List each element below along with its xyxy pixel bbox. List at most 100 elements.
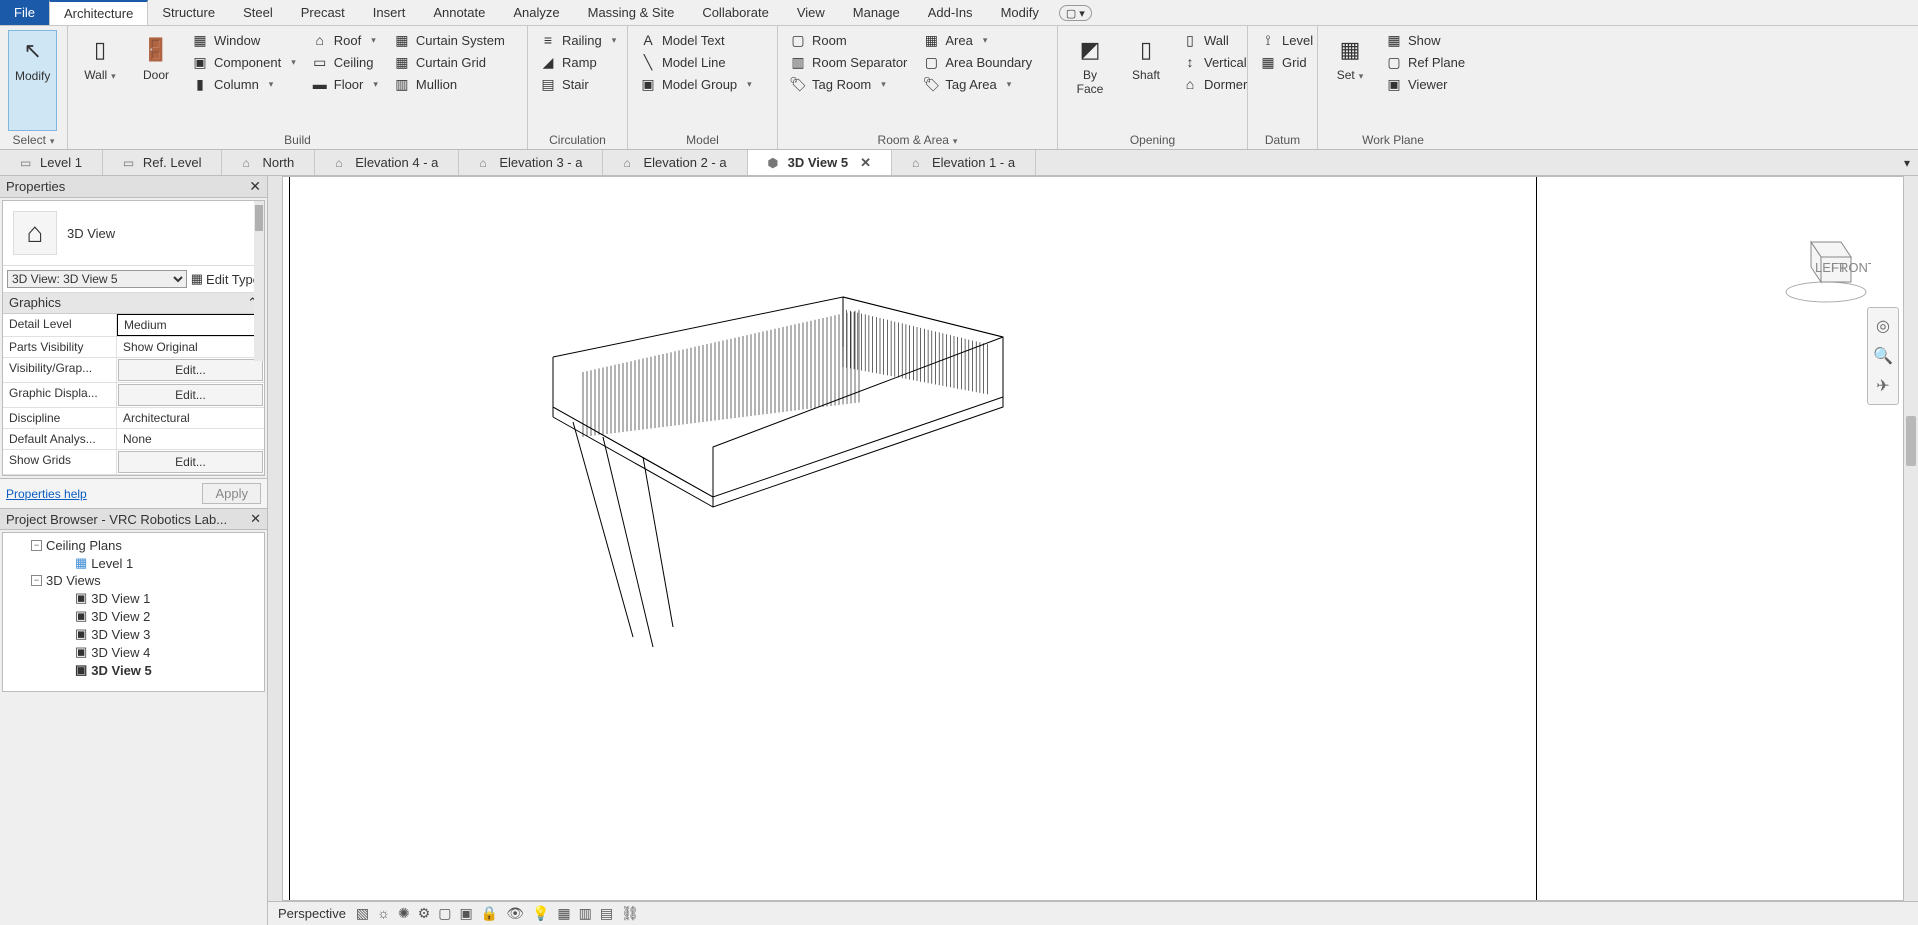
tag-area-button[interactable]: 🏷Tag Area — [919, 74, 1036, 94]
opening-wall-button[interactable]: ▯Wall — [1178, 30, 1251, 50]
curtain-system-button[interactable]: ▦Curtain System — [390, 30, 509, 50]
tree-3dview1[interactable]: ▣3D View 1 — [3, 589, 264, 607]
property-value[interactable]: Edit... — [118, 359, 263, 381]
grid-button[interactable]: ▦Grid — [1256, 52, 1317, 72]
tree-3dview4[interactable]: ▣3D View 4 — [3, 643, 264, 661]
menu-annotate[interactable]: Annotate — [419, 0, 499, 25]
menu-analyze[interactable]: Analyze — [499, 0, 573, 25]
menu-massing[interactable]: Massing & Site — [574, 0, 689, 25]
help-toggle-icon[interactable]: ▢ ▾ — [1059, 5, 1092, 21]
graphics-category-header[interactable]: Graphics⌃ — [3, 293, 264, 314]
tab-ref-level[interactable]: ▭Ref. Level — [103, 150, 223, 175]
3d-model[interactable] — [543, 237, 1023, 667]
room-separator-button[interactable]: ▥Room Separator — [786, 52, 911, 72]
dormer-button[interactable]: ⌂Dormer — [1178, 74, 1251, 94]
tree-3d-views[interactable]: −3D Views — [3, 572, 264, 589]
viewer-button[interactable]: ▣Viewer — [1382, 74, 1469, 94]
full-nav-wheel-icon[interactable]: ◎ — [1876, 316, 1890, 336]
edit-type-button[interactable]: ▦Edit Type — [191, 271, 260, 287]
menu-insert[interactable]: Insert — [359, 0, 420, 25]
property-value[interactable]: Edit... — [118, 384, 263, 406]
column-button[interactable]: ▮Column — [188, 74, 300, 94]
properties-help-link[interactable]: Properties help — [6, 487, 87, 501]
menu-addins[interactable]: Add-Ins — [914, 0, 987, 25]
curtain-grid-button[interactable]: ▦Curtain Grid — [390, 52, 509, 72]
ref-plane-button[interactable]: ▢Ref Plane — [1382, 52, 1469, 72]
drawing-area[interactable]: LEFT FRONT ◎ 🔍 ✈ — [282, 176, 1904, 901]
view-instance-select[interactable]: 3D View: 3D View 5 — [7, 270, 187, 288]
crop-view-icon[interactable]: ▢ — [438, 905, 451, 922]
property-value[interactable]: Architectural — [117, 408, 264, 428]
component-button[interactable]: ▣Component — [188, 52, 300, 72]
collapse-icon[interactable]: − — [31, 540, 42, 551]
by-face-button[interactable]: ◩By Face — [1066, 30, 1114, 131]
tree-3dview3[interactable]: ▣3D View 3 — [3, 625, 264, 643]
menu-architecture[interactable]: Architecture — [49, 0, 148, 25]
area-button[interactable]: ▦Area — [919, 30, 1036, 50]
set-button[interactable]: ▦Set — [1326, 30, 1374, 131]
model-text-button[interactable]: AModel Text — [636, 30, 756, 50]
reveal-hidden-icon[interactable]: 💡 — [532, 905, 549, 922]
tag-room-button[interactable]: 🏷Tag Room — [786, 74, 911, 94]
menu-steel[interactable]: Steel — [229, 0, 287, 25]
tree-level1[interactable]: ▦Level 1 — [3, 554, 264, 572]
area-boundary-button[interactable]: ▢Area Boundary — [919, 52, 1036, 72]
property-row[interactable]: Parts VisibilityShow Original — [3, 337, 264, 358]
ceiling-button[interactable]: ▭Ceiling — [308, 52, 382, 72]
property-row[interactable]: Show GridsEdit... — [3, 450, 264, 475]
menu-file[interactable]: File — [0, 0, 49, 25]
show-button[interactable]: ▦Show — [1382, 30, 1469, 50]
property-value[interactable]: Edit... — [118, 451, 263, 473]
property-row[interactable]: Default Analys...None — [3, 429, 264, 450]
roof-button[interactable]: ⌂Roof — [308, 30, 382, 50]
level-button[interactable]: ⟟Level — [1256, 30, 1317, 50]
stair-button[interactable]: ▤Stair — [536, 74, 620, 94]
close-tab-icon[interactable]: ✕ — [860, 155, 871, 171]
select-group-label[interactable]: Select — [8, 131, 59, 147]
tab-elevation2[interactable]: ⌂Elevation 2 - a — [603, 150, 747, 175]
tab-elevation3[interactable]: ⌂Elevation 3 - a — [459, 150, 603, 175]
tab-elevation4[interactable]: ⌂Elevation 4 - a — [315, 150, 459, 175]
property-value[interactable]: Show Original — [117, 337, 264, 357]
model-group-button[interactable]: ▣Model Group — [636, 74, 756, 94]
tab-overflow-button[interactable]: ▾ — [1896, 150, 1918, 175]
vertical-scrollbar[interactable] — [1904, 176, 1918, 901]
temporary-hide-icon[interactable]: 👁 — [506, 905, 524, 922]
show-crop-icon[interactable]: ▣ — [460, 905, 473, 922]
apply-button[interactable]: Apply — [202, 483, 261, 504]
model-line-button[interactable]: ╲Model Line — [636, 52, 756, 72]
floor-button[interactable]: ▬Floor — [308, 74, 382, 94]
view-cube[interactable]: LEFT FRONT — [1781, 217, 1871, 307]
property-row[interactable]: Visibility/Grap...Edit... — [3, 358, 264, 383]
tree-ceiling-plans[interactable]: −Ceiling Plans — [3, 537, 264, 554]
model-graphics-style-icon[interactable]: ▧ — [356, 905, 369, 922]
view-scale[interactable]: Perspective — [278, 906, 346, 921]
railing-button[interactable]: ≡Railing — [536, 30, 620, 50]
vertical-button[interactable]: ↕Vertical — [1178, 52, 1251, 72]
highlight-displacement-icon[interactable]: ▤ — [600, 905, 613, 922]
orbit-icon[interactable]: ✈ — [1876, 376, 1889, 396]
wall-button[interactable]: ▯Wall — [76, 30, 124, 131]
drawing-canvas[interactable]: LEFT FRONT ◎ 🔍 ✈ — [268, 176, 1918, 901]
menu-precast[interactable]: Precast — [287, 0, 359, 25]
analytical-model-icon[interactable]: ▥ — [579, 905, 592, 922]
door-button[interactable]: 🚪Door — [132, 30, 180, 131]
window-button[interactable]: ▦Window — [188, 30, 300, 50]
shadows-icon[interactable]: ☼ — [377, 905, 390, 922]
property-row[interactable]: Detail LevelMedium — [3, 314, 264, 337]
menu-manage[interactable]: Manage — [839, 0, 914, 25]
roomarea-group-label[interactable]: Room & Area — [786, 131, 1049, 147]
sun-path-icon[interactable]: ✺ — [398, 905, 410, 922]
room-button[interactable]: ▢Room — [786, 30, 911, 50]
tab-north[interactable]: ⌂North — [222, 150, 315, 175]
collapse-icon[interactable]: − — [31, 575, 42, 586]
property-value[interactable]: None — [117, 429, 264, 449]
tab-elevation1[interactable]: ⌂Elevation 1 - a — [892, 150, 1036, 175]
properties-scrollbar[interactable] — [254, 201, 264, 361]
menu-structure[interactable]: Structure — [148, 0, 229, 25]
menu-view[interactable]: View — [783, 0, 839, 25]
modify-tool-button[interactable]: ↖ Modify — [8, 30, 57, 131]
tree-3dview5[interactable]: ▣3D View 5 — [3, 661, 264, 679]
lock-view-icon[interactable]: 🔒 — [481, 905, 498, 922]
tree-3dview2[interactable]: ▣3D View 2 — [3, 607, 264, 625]
